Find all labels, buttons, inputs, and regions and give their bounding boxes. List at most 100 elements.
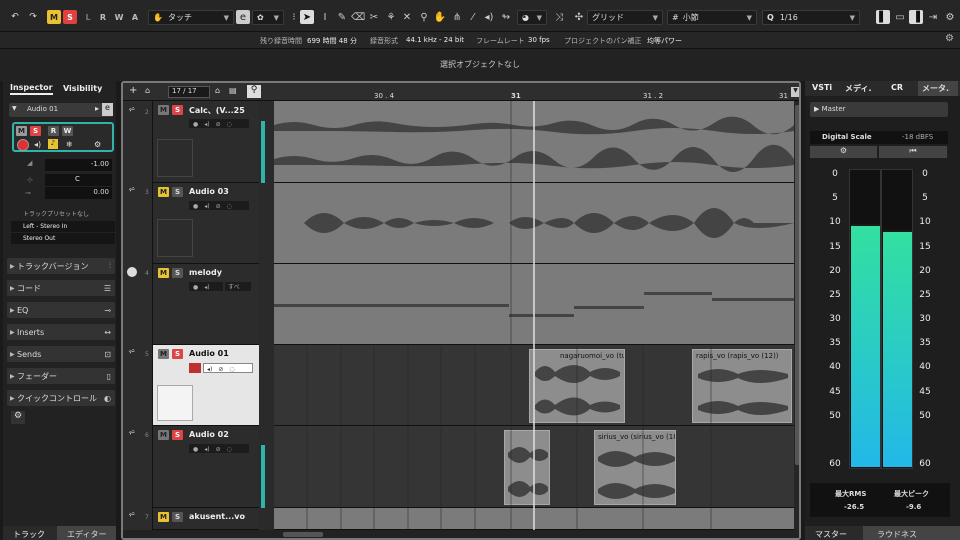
draw-tool-icon[interactable]: ✎: [335, 10, 349, 24]
track-header-audio-01[interactable]: M S Audio 01 ◂) ⊘ ◌: [153, 345, 259, 426]
section-sends[interactable]: ▶ Sends ⊡: [7, 346, 115, 362]
mode-s-button[interactable]: S: [63, 10, 77, 24]
track-header-calc[interactable]: M S Calc、(V...25 ● ◂) ⊘ ◌: [153, 101, 259, 183]
track-mini-controls[interactable]: ● ◂) ⊘ ◌: [189, 119, 249, 128]
split-tool-icon[interactable]: ✂: [367, 10, 381, 24]
output-routing-field[interactable]: Stereo Out: [11, 233, 115, 244]
tab-inspector[interactable]: Inspector: [10, 81, 53, 95]
mode-m-button[interactable]: M: [47, 10, 61, 24]
section-fader[interactable]: ▶ フェーダー ▯: [7, 368, 115, 384]
search-icon[interactable]: ⚲: [247, 85, 261, 98]
autoscroll-icon[interactable]: ⤨: [552, 10, 566, 24]
solo-button[interactable]: S: [172, 512, 183, 522]
chevron-down-icon[interactable]: ▼: [791, 87, 799, 97]
home-icon[interactable]: ⌂: [215, 86, 220, 95]
master-dropdown[interactable]: ▶ Master: [810, 102, 948, 117]
solo-button[interactable]: S: [172, 430, 183, 440]
mode-l-button[interactable]: L: [81, 10, 95, 24]
undo-icon[interactable]: ↶: [8, 9, 22, 25]
mute-button[interactable]: M: [158, 187, 169, 197]
range-tool-icon[interactable]: I: [318, 10, 332, 24]
delay-field[interactable]: 0.00: [45, 187, 112, 199]
tab-visibility[interactable]: Visibility: [63, 81, 102, 95]
scrollbar-thumb[interactable]: [795, 105, 799, 465]
tab-editor[interactable]: エディター: [57, 526, 116, 540]
timewarp-tool-icon[interactable]: ↬: [499, 10, 513, 24]
meter-settings-button[interactable]: ⚙: [810, 146, 877, 158]
pointer-tool-icon[interactable]: ➤: [300, 10, 314, 24]
grid-type-dropdown[interactable]: # 小節 ▼: [667, 10, 757, 25]
pan-field[interactable]: C: [45, 174, 112, 186]
tab-loudness[interactable]: ラウドネス: [863, 526, 960, 540]
track-count-field[interactable]: 17 / 17: [168, 86, 210, 98]
mute-button[interactable]: M: [158, 105, 169, 115]
write-button[interactable]: W: [62, 126, 73, 136]
track-header-audio-02[interactable]: M S Audio 02 ● ◂) ⊘ ◌: [153, 426, 259, 508]
mode-w-button[interactable]: W: [112, 10, 126, 24]
lock-icon[interactable]: ♪: [48, 139, 58, 149]
folder-icon[interactable]: ⌂: [145, 86, 150, 95]
section-track-versions[interactable]: ▶ トラックバージョン ⫶: [7, 258, 115, 274]
glue-tool-icon[interactable]: ⚘: [384, 10, 398, 24]
track-header-audio-03[interactable]: M S Audio 03 ● ◂) ⊘ ◌: [153, 183, 259, 264]
section-inserts[interactable]: ▶ Inserts ↔: [7, 324, 115, 340]
track-mini-controls[interactable]: ● ◂): [189, 282, 223, 291]
mute-button[interactable]: M: [158, 349, 169, 359]
left-zone-icon[interactable]: ▌: [876, 10, 890, 24]
track-name[interactable]: Audio 03: [189, 187, 229, 196]
edit-icon[interactable]: e: [102, 103, 113, 116]
add-track-icon[interactable]: +: [129, 85, 137, 96]
scrollbar-thumb[interactable]: [283, 532, 323, 537]
horizontal-scrollbar[interactable]: [123, 530, 799, 538]
gear-icon[interactable]: ⚙: [11, 411, 25, 424]
mute-button[interactable]: M: [16, 126, 27, 136]
hand-tool-icon[interactable]: ✋: [433, 10, 447, 24]
settings-icon[interactable]: ⚙: [94, 140, 101, 149]
track-header-melody[interactable]: M S melody ● ◂) すべ: [153, 264, 259, 345]
track-mini-controls[interactable]: ● ◂) ⊘ ◌: [189, 201, 249, 210]
zoom-tool-icon[interactable]: ⚲: [417, 10, 431, 24]
lower-zone-icon[interactable]: ▭: [893, 10, 907, 24]
edit-icon[interactable]: e: [236, 10, 250, 24]
tab-master[interactable]: マスター: [815, 529, 847, 540]
track-name[interactable]: Audio 02: [189, 430, 229, 439]
track-preset-field[interactable]: トラックプリセットなし: [11, 209, 115, 220]
track-mini-controls[interactable]: ● ◂) ⊘ ◌: [189, 444, 249, 453]
midi-input-field[interactable]: すべ: [225, 282, 251, 291]
mode-a-button[interactable]: A: [128, 10, 142, 24]
comp-tool-icon[interactable]: ⋔: [450, 10, 464, 24]
read-button[interactable]: R: [48, 126, 59, 136]
track-name[interactable]: melody: [189, 268, 222, 277]
mute-button[interactable]: M: [158, 512, 169, 522]
solo-button[interactable]: S: [172, 105, 183, 115]
tab-meter[interactable]: メータ.: [918, 81, 958, 96]
tab-media[interactable]: メディ.: [845, 83, 871, 94]
freeze-icon[interactable]: ❄: [66, 140, 73, 149]
quantize-dropdown[interactable]: Q 1/16 ▼: [762, 10, 860, 25]
mute-tool-icon[interactable]: ✕: [400, 10, 414, 24]
track-name[interactable]: Calc、(V...25: [189, 105, 245, 116]
mode-r-button[interactable]: R: [96, 10, 110, 24]
gear-icon[interactable]: ⚙: [943, 10, 957, 24]
line-tool-icon[interactable]: ⁄: [466, 10, 480, 24]
tab-control-room[interactable]: CR: [891, 83, 903, 92]
track-header-akusent[interactable]: M S akusent...vo: [153, 508, 259, 530]
record-enable-button[interactable]: [189, 363, 201, 373]
monitor-icon[interactable]: ◂): [34, 140, 41, 149]
mute-button[interactable]: M: [158, 430, 169, 440]
ruler[interactable]: 30 . 4 31 31 . 2 31 ▼: [274, 83, 799, 101]
snap-icon[interactable]: ✣: [572, 10, 586, 24]
track-mini-controls[interactable]: ◂) ⊘ ◌: [203, 363, 253, 373]
export-icon[interactable]: ⇥: [926, 10, 940, 24]
inspector-track-name-bar[interactable]: ▼ Audio 01 ▸ e: [9, 103, 113, 117]
record-enable-button[interactable]: [17, 139, 29, 151]
tool-options-dropdown[interactable]: ◕ ▼: [517, 10, 547, 25]
vertical-scrollbar[interactable]: [794, 101, 799, 538]
solo-button[interactable]: S: [172, 349, 183, 359]
gear-icon[interactable]: ⚙: [945, 33, 954, 44]
snap-type-dropdown[interactable]: グリッド ▼: [587, 10, 663, 25]
automation-mode-dropdown[interactable]: ✋ タッチ ▼: [148, 10, 234, 25]
section-eq[interactable]: ▶ EQ ⊸: [7, 302, 115, 318]
volume-field[interactable]: -1.00: [45, 159, 112, 171]
track-name[interactable]: Audio 01: [189, 349, 229, 358]
